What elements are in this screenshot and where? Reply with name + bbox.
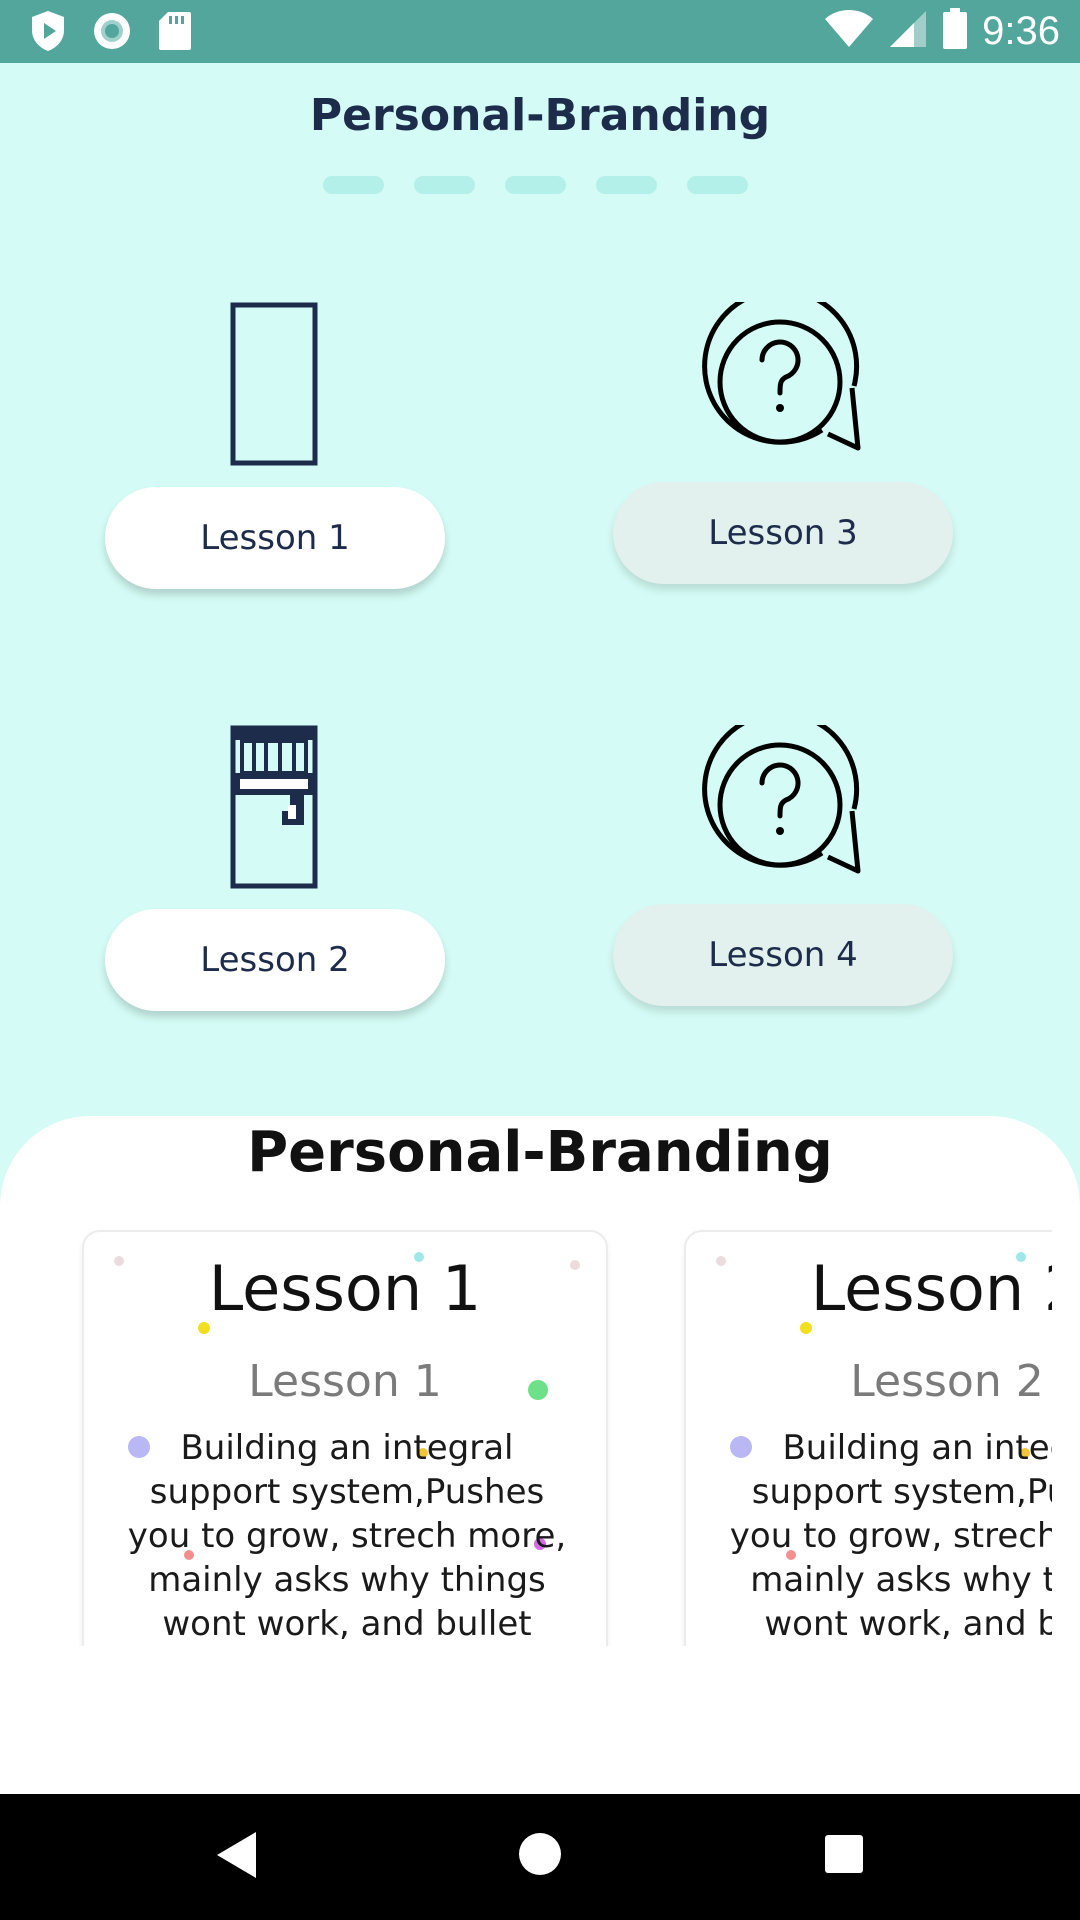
progress-segment: [687, 176, 748, 194]
battery-icon: [942, 8, 968, 54]
progress-segment: [596, 176, 657, 194]
lesson-1-button[interactable]: Lesson 1: [105, 487, 445, 589]
sheet-title: Personal-Branding: [247, 1120, 833, 1185]
card-title: Lesson 2: [810, 1252, 1052, 1325]
home-icon[interactable]: [518, 1832, 562, 1880]
lesson-card[interactable]: Lesson 2 Lesson 2 Building an integral s…: [684, 1230, 1052, 1646]
lesson-2-label: Lesson 2: [200, 940, 350, 980]
status-bar: 9:36: [0, 0, 1080, 63]
lesson-2-button[interactable]: Lesson 2: [105, 909, 445, 1011]
lesson-progress-indicator: [323, 176, 748, 194]
lesson-card[interactable]: Lesson 1 Lesson 1 Building an integral s…: [82, 1230, 608, 1646]
back-icon[interactable]: [214, 1830, 258, 1884]
shield-play-icon: [30, 10, 66, 56]
question-bubble-icon: [702, 710, 862, 889]
lesson-3-label: Lesson 3: [708, 513, 858, 553]
door-icon: [230, 302, 318, 470]
question-bubble-icon: [702, 287, 862, 466]
card-subtitle: Lesson 1: [248, 1356, 442, 1407]
status-time: 9:36: [982, 8, 1060, 53]
progress-segment: [414, 176, 475, 194]
card-description: Building an integral support system,Push…: [127, 1428, 567, 1644]
recents-icon[interactable]: [824, 1834, 864, 1878]
painted-door-icon: [230, 725, 318, 893]
signal-icon: [888, 9, 928, 53]
wifi-icon: [824, 9, 874, 53]
circle-record-icon: [92, 11, 132, 55]
lesson-4-label: Lesson 4: [708, 935, 858, 975]
lesson-4-button[interactable]: Lesson 4: [613, 904, 953, 1006]
sd-card-icon: [158, 11, 192, 55]
lesson-1-label: Lesson 1: [200, 518, 350, 558]
lesson-3-button[interactable]: Lesson 3: [613, 482, 953, 584]
progress-segment: [505, 176, 566, 194]
lesson-cards-carousel[interactable]: Lesson 1 Lesson 1 Building an integral s…: [0, 1228, 1052, 1646]
card-description: Building an integral support system,Push…: [729, 1428, 1052, 1644]
page-title: Personal-Branding: [309, 90, 771, 141]
navigation-bar: [0, 1794, 1080, 1920]
progress-segment: [323, 176, 384, 194]
card-title: Lesson 1: [208, 1252, 482, 1325]
card-subtitle: Lesson 2: [850, 1356, 1044, 1407]
